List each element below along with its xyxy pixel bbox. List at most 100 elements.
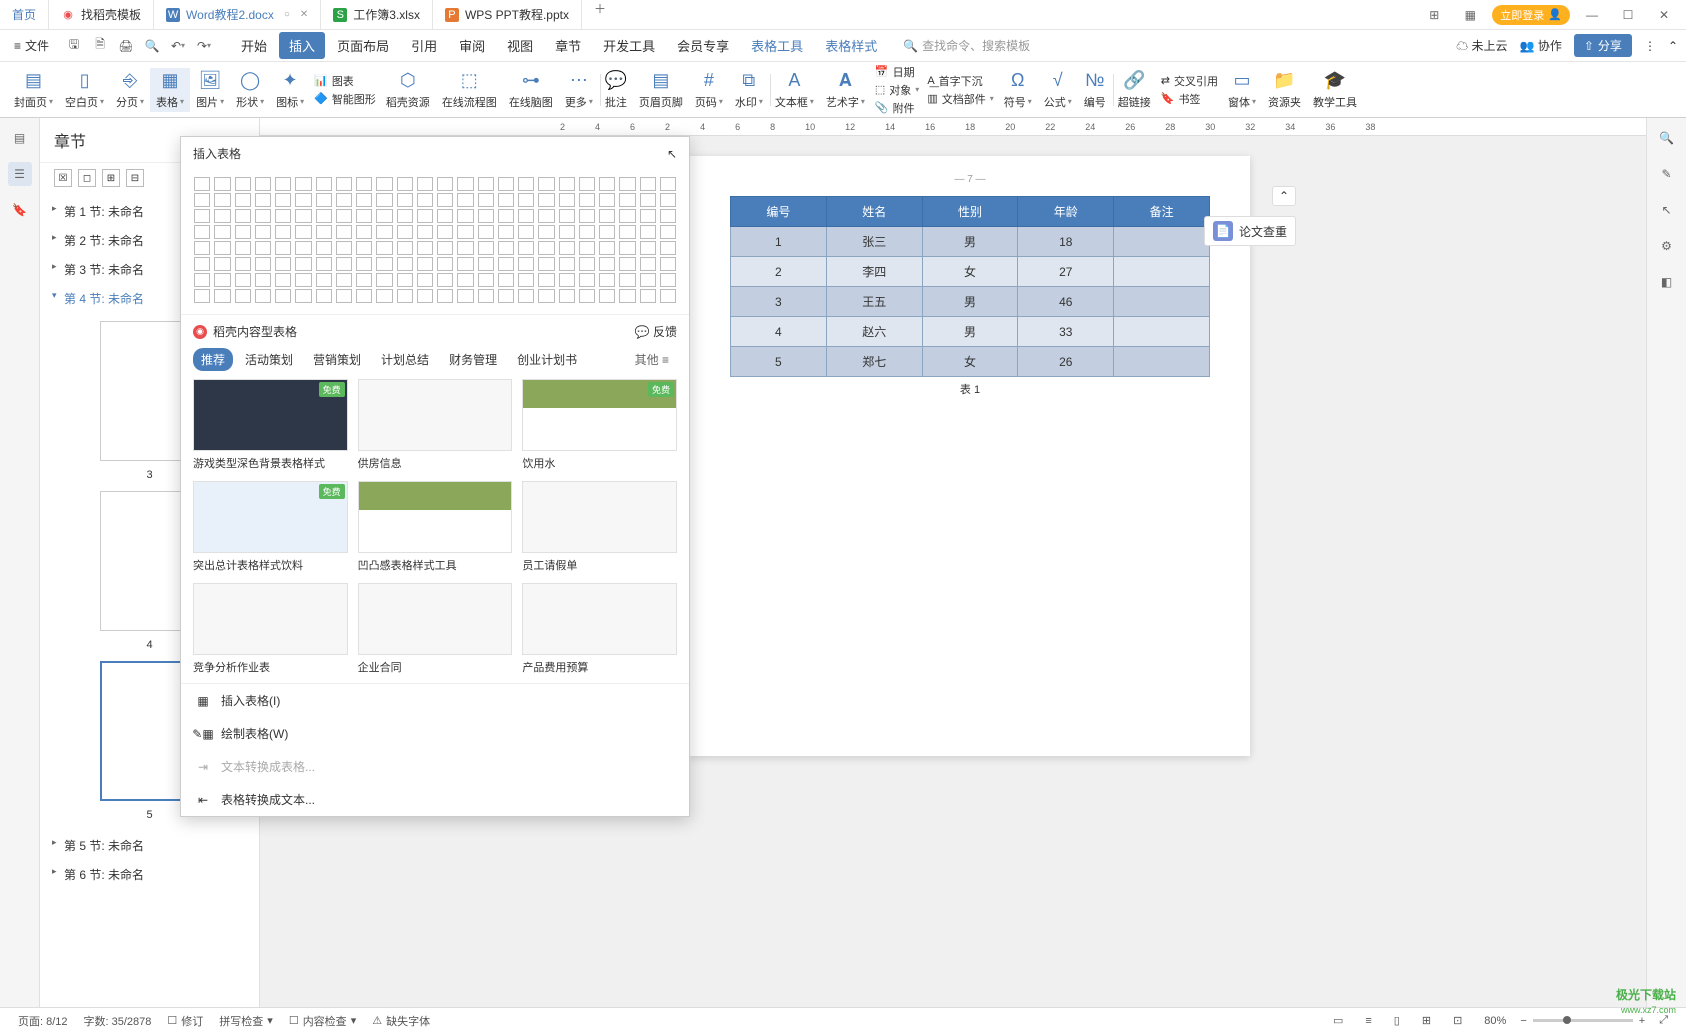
grid-cell[interactable] xyxy=(376,257,392,271)
grid-cell[interactable] xyxy=(457,177,473,191)
share-button[interactable]: ⇧ 分享 xyxy=(1574,34,1632,57)
rb-iconlib[interactable]: ✦图标▾ xyxy=(270,68,310,112)
rr-settings-icon[interactable]: ⚙ xyxy=(1655,234,1679,258)
menutab-review[interactable]: 审阅 xyxy=(449,32,495,59)
grid-cell[interactable] xyxy=(437,289,453,303)
grid-cell[interactable] xyxy=(457,241,473,255)
grid-cell[interactable] xyxy=(194,273,210,287)
grid-cell[interactable] xyxy=(376,241,392,255)
grid-cell[interactable] xyxy=(559,193,575,207)
grid-cell[interactable] xyxy=(295,225,311,239)
rb-more[interactable]: ⋯更多▾ xyxy=(559,68,599,112)
table-cell[interactable] xyxy=(1114,227,1210,257)
grid-cell[interactable] xyxy=(619,177,635,191)
rail-thumb-icon[interactable]: ▤ xyxy=(8,126,32,150)
rail-bookmark-icon[interactable]: 🔖 xyxy=(8,198,32,222)
grid-cell[interactable] xyxy=(255,241,271,255)
table-cell[interactable] xyxy=(1114,257,1210,287)
grid-cell[interactable] xyxy=(498,225,514,239)
grid-cell[interactable] xyxy=(579,209,595,223)
sb-content[interactable]: ☐ 内容检查 ▾ xyxy=(281,1013,364,1029)
grid-cell[interactable] xyxy=(397,289,413,303)
grid-cell[interactable] xyxy=(214,241,230,255)
grid-cell[interactable] xyxy=(579,241,595,255)
minimize-icon[interactable]: — xyxy=(1578,5,1606,25)
ttab-other[interactable]: 其他 ≡ xyxy=(627,348,677,371)
grid-cell[interactable] xyxy=(255,177,271,191)
grid-cell[interactable] xyxy=(336,257,352,271)
grid-cell[interactable] xyxy=(579,257,595,271)
sb-view-4[interactable]: ⊞ xyxy=(1414,1014,1439,1027)
tab-docer[interactable]: ◉找稻壳模板 xyxy=(49,0,154,29)
grid-cell[interactable] xyxy=(559,273,575,287)
grid-cell[interactable] xyxy=(498,257,514,271)
grid-cell[interactable] xyxy=(194,209,210,223)
grid-cell[interactable] xyxy=(376,177,392,191)
table-cell[interactable]: 1 xyxy=(731,227,827,257)
tab-home[interactable]: 首页 xyxy=(0,0,49,29)
command-search[interactable]: 🔍 查找命令、搜索模板 xyxy=(903,37,1030,54)
table-cell[interactable]: 4 xyxy=(731,317,827,347)
table-row[interactable]: 4赵六男33 xyxy=(731,317,1210,347)
menutab-tablestyle[interactable]: 表格样式 xyxy=(815,32,887,59)
table-cell[interactable]: 男 xyxy=(922,287,1018,317)
grid-cell[interactable] xyxy=(397,241,413,255)
grid-cell[interactable] xyxy=(538,177,554,191)
grid-cell[interactable] xyxy=(538,193,554,207)
grid-cell[interactable] xyxy=(336,193,352,207)
grid-cell[interactable] xyxy=(498,289,514,303)
rb-wordart[interactable]: 𝐀艺术字▾ xyxy=(820,68,871,112)
menu-insert-table[interactable]: ▦插入表格(I) xyxy=(181,684,689,717)
grid-cell[interactable] xyxy=(376,225,392,239)
sb-expand[interactable]: ⤢ xyxy=(1651,1014,1676,1027)
rb-attach[interactable]: 📎 附件 xyxy=(875,100,919,116)
grid-cell[interactable] xyxy=(518,193,534,207)
grid-cell[interactable] xyxy=(640,177,656,191)
table-cell[interactable]: 赵六 xyxy=(826,317,922,347)
rb-pagen[interactable]: #页码▾ xyxy=(689,68,729,112)
grid-cell[interactable] xyxy=(619,257,635,271)
tab-add[interactable]: ＋ xyxy=(582,0,618,29)
grid-cell[interactable] xyxy=(356,257,372,271)
sbtool-2[interactable]: ◻ xyxy=(78,169,96,187)
rb-formula[interactable]: √公式▾ xyxy=(1038,68,1078,112)
grid-cell[interactable] xyxy=(478,193,494,207)
rb-mind[interactable]: ⊶在线脑图 xyxy=(503,68,559,112)
login-button[interactable]: 立即登录👤 xyxy=(1492,5,1570,25)
grid-cell[interactable] xyxy=(275,193,291,207)
grid-cell[interactable] xyxy=(599,193,615,207)
grid-cell[interactable] xyxy=(518,209,534,223)
rr-panel-icon[interactable]: ◧ xyxy=(1655,270,1679,294)
grid-cell[interactable] xyxy=(316,289,332,303)
grid-cell[interactable] xyxy=(538,209,554,223)
grid-cell[interactable] xyxy=(437,177,453,191)
rb-smart[interactable]: 🔷 智能图形 xyxy=(314,91,376,107)
grid-cell[interactable] xyxy=(255,193,271,207)
grid-cell[interactable] xyxy=(498,193,514,207)
grid-cell[interactable] xyxy=(437,209,453,223)
table-cell[interactable]: 郑七 xyxy=(826,347,922,377)
table-row[interactable]: 2李四女27 xyxy=(731,257,1210,287)
grid-cell[interactable] xyxy=(478,273,494,287)
table-cell[interactable]: 女 xyxy=(922,347,1018,377)
close-icon[interactable]: ✕ xyxy=(1650,5,1678,25)
menu-draw-table[interactable]: ✎▦绘制表格(W) xyxy=(181,717,689,750)
table-row[interactable]: 3王五男46 xyxy=(731,287,1210,317)
print-icon[interactable]: 🖨 xyxy=(115,35,137,57)
rb-flow[interactable]: ⬚在线流程图 xyxy=(436,68,503,112)
grid-cell[interactable] xyxy=(295,273,311,287)
more-icon[interactable]: ⋮ xyxy=(1644,39,1656,53)
chapter-6[interactable]: 第 6 节: 未命名 xyxy=(40,860,259,889)
tmpl-7[interactable]: 竞争分析作业表 xyxy=(193,583,348,675)
tab-close-icon[interactable]: ○ xyxy=(284,9,290,20)
grid-cell[interactable] xyxy=(640,209,656,223)
grid-cell[interactable] xyxy=(295,209,311,223)
ttab-2[interactable]: 营销策划 xyxy=(305,348,369,371)
grid-cell[interactable] xyxy=(457,273,473,287)
grid-cell[interactable] xyxy=(295,241,311,255)
grid-cell[interactable] xyxy=(437,241,453,255)
grid-cell[interactable] xyxy=(640,257,656,271)
table-row[interactable]: 1张三男18 xyxy=(731,227,1210,257)
ttab-5[interactable]: 创业计划书 xyxy=(509,348,585,371)
tmpl-9[interactable]: 产品费用预算 xyxy=(522,583,677,675)
